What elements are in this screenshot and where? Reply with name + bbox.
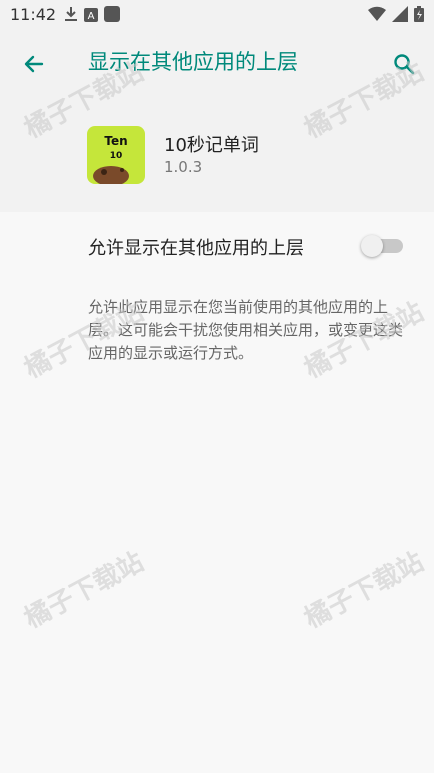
status-icons-right xyxy=(368,6,424,26)
status-icons-left: A xyxy=(64,6,120,26)
app-icon: Ten 10 xyxy=(87,126,145,184)
app-version: 1.0.3 xyxy=(164,158,203,176)
a-badge-icon: A xyxy=(84,7,98,26)
watermark: 橘子下载站 xyxy=(299,546,429,635)
wifi-icon xyxy=(368,6,386,26)
page-title: 显示在其他应用的上层 xyxy=(88,50,298,74)
watermark: 橘子下载站 xyxy=(19,546,149,635)
status-time: 11:42 xyxy=(10,5,57,24)
app-icon-text-top: Ten xyxy=(104,134,127,148)
app-bar: 显示在其他应用的上层 xyxy=(0,30,434,96)
search-icon xyxy=(394,54,415,75)
overlay-description: 允许此应用显示在您当前使用的其他应用的上层。这可能会干扰您使用相关应用，或变更这… xyxy=(88,298,404,362)
back-button[interactable] xyxy=(18,48,50,80)
status-bar: 11:42 A xyxy=(0,0,434,30)
allow-overlay-label: 允许显示在其他应用的上层 xyxy=(88,238,304,259)
app-name: 10秒记单词 xyxy=(164,135,259,156)
square-icon xyxy=(104,6,120,26)
allow-overlay-row[interactable]: 允许显示在其他应用的上层 xyxy=(0,212,434,278)
svg-text:A: A xyxy=(88,11,95,22)
allow-overlay-switch[interactable] xyxy=(361,233,403,257)
app-icon-text-mid: 10 xyxy=(110,151,123,161)
switch-thumb xyxy=(361,235,383,257)
search-button[interactable] xyxy=(388,48,420,80)
arrow-back-icon xyxy=(24,55,44,73)
signal-icon xyxy=(392,6,408,26)
download-icon xyxy=(64,6,78,26)
battery-icon xyxy=(414,6,424,26)
app-header: Ten 10 10秒记单词 1.0.3 xyxy=(0,96,434,212)
